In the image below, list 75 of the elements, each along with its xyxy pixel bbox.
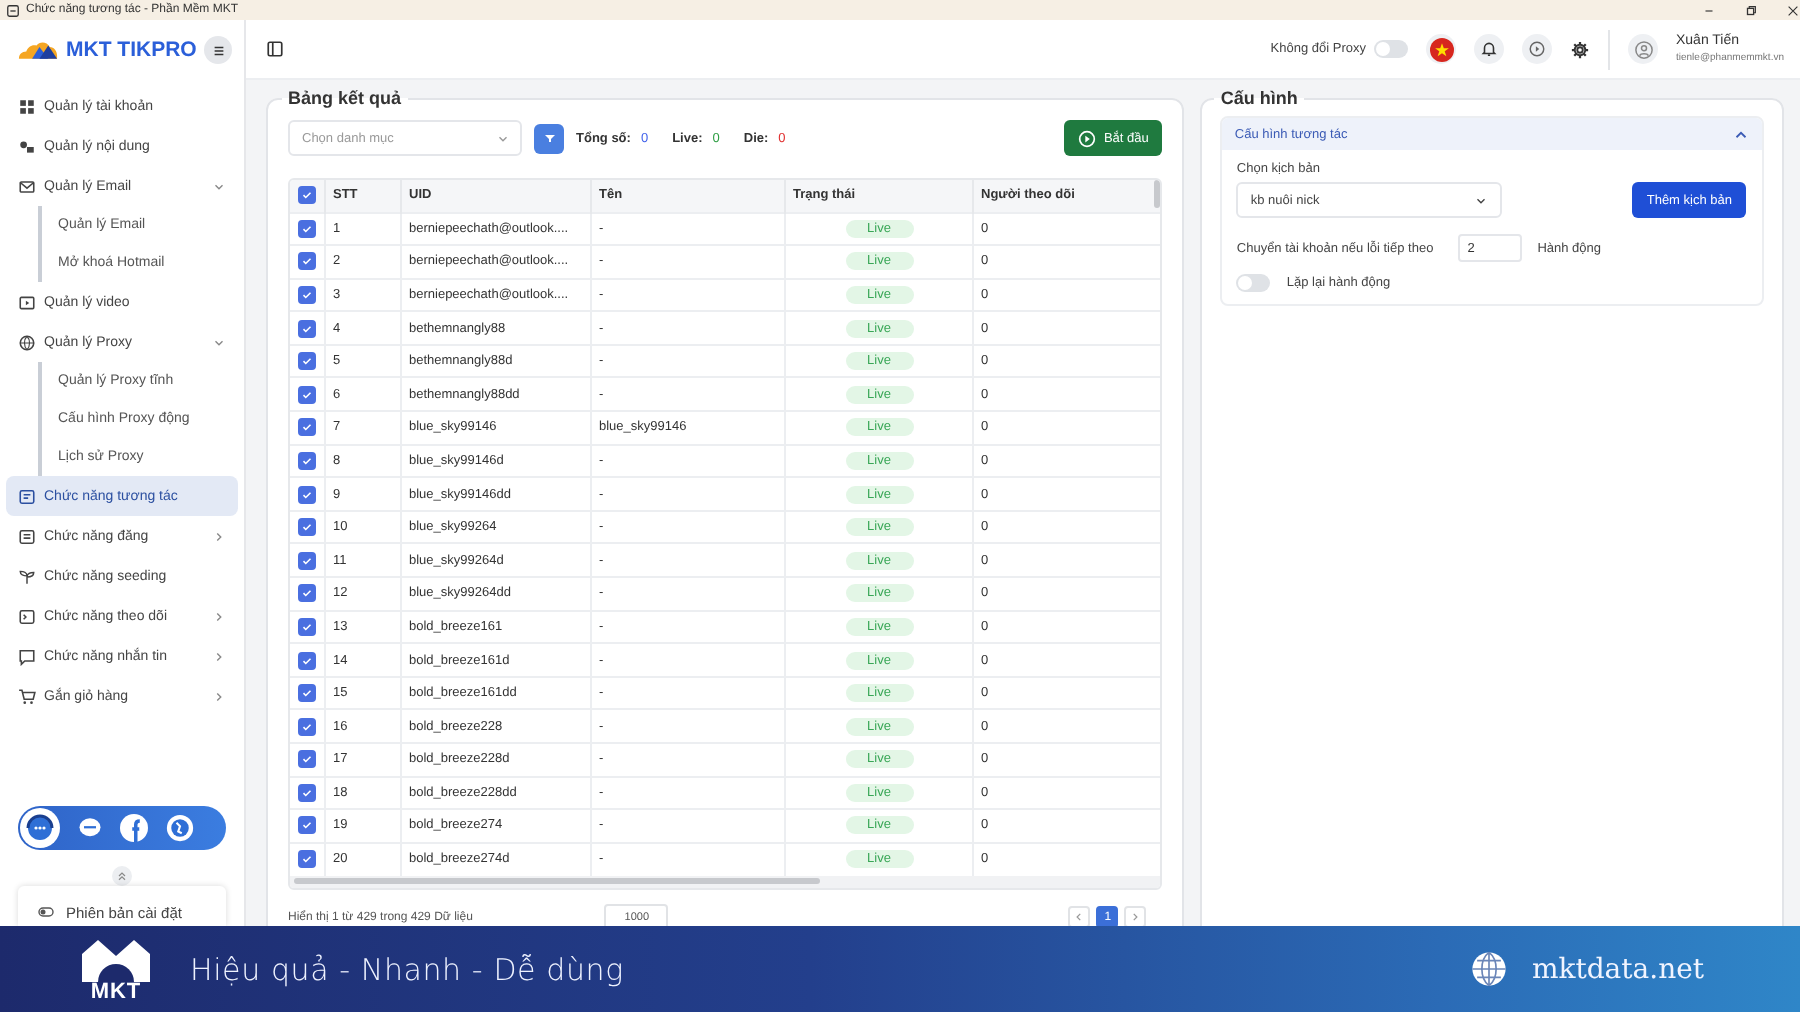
app-icon [6,3,20,17]
checkbox[interactable] [298,252,316,271]
chevron-right-icon [212,689,226,703]
checkbox[interactable] [298,451,316,470]
checkbox[interactable] [298,485,316,504]
settings-icon [1570,39,1590,59]
language-button[interactable] [1426,34,1456,64]
checkbox[interactable] [298,617,316,636]
chevron-right-icon [212,529,226,543]
banner-slogan: Hiệu quả - Nhanh - Dễ dùng [190,951,624,987]
checkbox[interactable] [298,651,316,670]
grid-icon [18,97,36,115]
play-button[interactable] [1522,34,1552,64]
banner-logo-text: MKT [90,981,142,1001]
post-icon [18,527,36,545]
scrollbar[interactable] [294,877,820,884]
notification-button[interactable] [1474,34,1504,64]
scrollbar[interactable] [1154,180,1161,208]
flag-icon [1429,37,1453,61]
checkbox[interactable] [298,551,316,570]
checkbox[interactable] [298,584,316,603]
cart-icon [18,687,36,705]
checkbox[interactable] [298,285,316,304]
chevron-down-icon [496,132,510,146]
website-link[interactable]: mktdata.net [1531,953,1704,985]
checkbox[interactable] [298,750,316,769]
mail-icon [18,177,36,195]
avatar[interactable] [1628,34,1658,64]
checkbox[interactable] [298,783,316,802]
chevron-left-icon [1074,912,1085,923]
app-logo-text: MKT TIKPRO [66,38,197,62]
chat-icon [18,647,36,665]
panel-title: Bảng kết quả [286,88,404,108]
checkbox[interactable] [298,319,316,338]
chevron-right-icon [1130,912,1141,923]
shapes-icon [18,137,36,155]
filter-icon [541,130,557,146]
menu-icon [211,43,225,57]
menu-button[interactable] [204,36,232,64]
chevron-down-icon [212,179,226,193]
monitor-icon [18,607,36,625]
filter-button[interactable] [534,123,564,153]
repeat-toggle[interactable] [1236,274,1271,292]
proxy-toggle[interactable] [1374,40,1408,58]
play-icon [1528,40,1546,58]
user-icon [1633,39,1653,59]
close-icon [1786,3,1800,17]
chevron-down-icon [1474,193,1489,207]
message-icon [18,487,36,505]
support-icon[interactable] [20,808,60,848]
checkbox[interactable] [298,219,316,238]
checkbox[interactable] [298,717,316,736]
checkbox[interactable] [298,518,316,537]
toggle-icon [38,904,54,920]
logo-icon [78,937,154,981]
chevrons-up-icon [116,870,128,882]
panel-title: Cấu hình [1218,88,1300,108]
checkbox[interactable] [298,385,316,404]
facebook-icon[interactable] [120,814,148,842]
video-icon [18,293,36,311]
chevron-down-icon [212,335,226,349]
play-icon [1077,129,1096,147]
seedling-icon [18,567,36,585]
panel-icon [266,40,284,58]
checkbox[interactable] [298,352,316,371]
checkbox[interactable] [298,418,316,437]
collapse-button[interactable] [112,866,132,886]
checkbox[interactable] [298,816,316,835]
checkbox[interactable] [298,684,316,703]
bell-icon [1480,40,1498,58]
checkbox[interactable] [298,850,316,869]
chevron-right-icon [212,649,226,663]
checkbox[interactable] [298,186,316,205]
chevron-right-icon [212,609,226,623]
restore-icon [1744,3,1758,17]
